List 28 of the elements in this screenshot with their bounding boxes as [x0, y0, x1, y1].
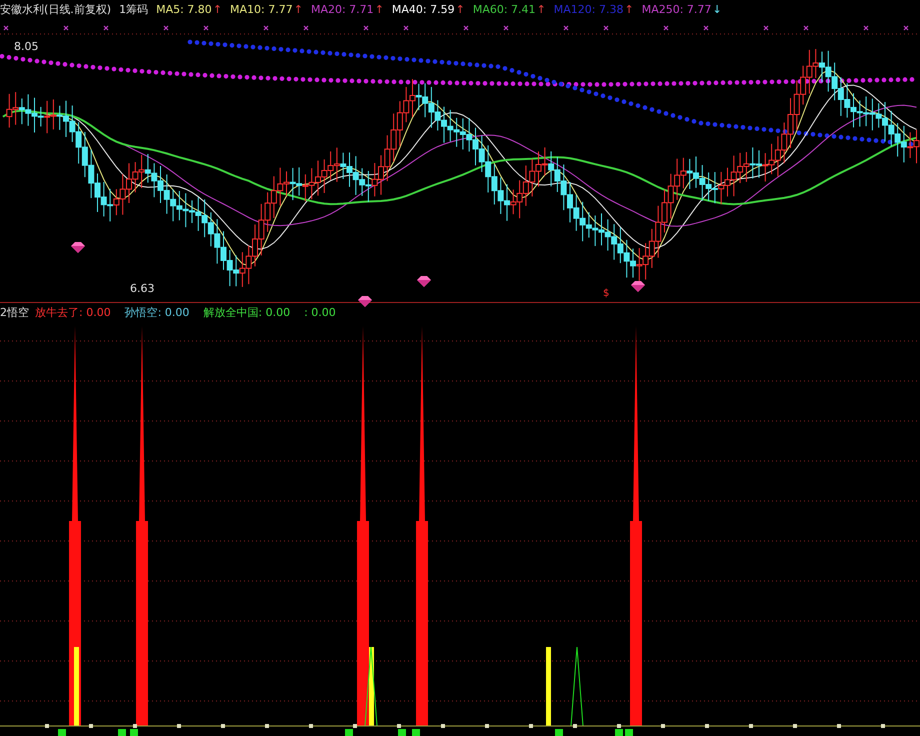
moving-average-value: MA20: 7.71 — [310, 2, 374, 16]
moving-average-value: MA40: 7.59 — [392, 2, 455, 16]
trend-arrow: ↑ — [624, 2, 634, 16]
moving-average-value: MA250: 7.77 — [642, 2, 712, 16]
low-price-label: 6.63 — [130, 282, 154, 295]
gem-icon — [416, 276, 432, 287]
indicator-value: 解放全中国: 0.00 — [203, 304, 290, 320]
moving-average-value: MA10: 7.77 — [230, 2, 293, 16]
moving-average-value: MA120: 7.38 — [554, 2, 624, 16]
trend-arrow: ↑ — [456, 2, 465, 16]
gem-icon — [630, 281, 646, 292]
gem-icon — [357, 296, 373, 307]
moving-average-value: MA5: 7.80 — [156, 2, 212, 16]
chip-mode-label: 1筹码 — [119, 2, 148, 16]
high-price-label: 8.05 — [14, 40, 38, 53]
trend-arrow: ↑ — [212, 2, 222, 16]
trend-arrow: ↑ — [374, 2, 384, 16]
indicator-value: 孙悟空: 0.00 — [124, 304, 190, 320]
indicator-name: 2悟空 — [0, 304, 29, 320]
signal-mark: $ — [603, 288, 610, 299]
indicator-value: 放牛去了: 0.00 — [35, 304, 111, 320]
trend-arrow: ↑ — [536, 2, 546, 16]
chart-title: 安徽水利(日线.前复权) — [0, 2, 112, 16]
trend-arrow: ↑ — [294, 2, 303, 16]
trend-arrow: ↓ — [712, 2, 722, 16]
indicator-value: : 0.00 — [304, 306, 336, 318]
moving-average-value: MA60: 7.41 — [472, 2, 536, 16]
gem-icon — [70, 242, 86, 253]
